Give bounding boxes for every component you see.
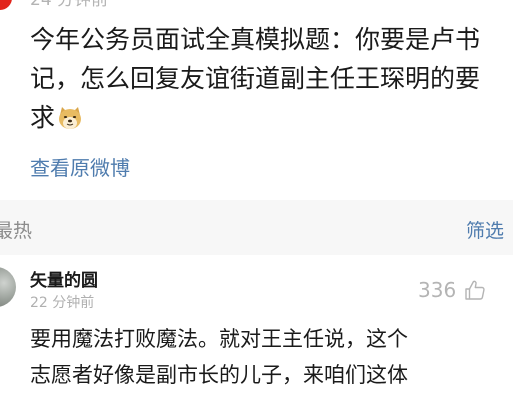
comments-header: 最热 筛选 [0,200,513,255]
thumb-up-icon [465,280,485,300]
sort-hot-tab[interactable]: 最热 [0,216,32,243]
filter-button[interactable]: 筛选 [466,216,504,243]
comment-text-line: 志愿者好像是副市长的儿子，来咱们这体 [30,363,408,387]
post-meta: 24 分钟前 [0,0,513,12]
like-count: 336 [418,278,457,302]
post-text-line-content: 求 [30,103,56,132]
avatar[interactable] [0,267,16,307]
post-time: 24 分钟前 [30,0,109,10]
post-text-line: 今年公务员面试全真模拟题：你要是卢书 [30,25,481,54]
post-text-line: 记，怎么回复友谊街道副主任王琛明的要 [30,64,481,93]
comment-text-line: 要用魔法打败魔法。就对王主任说，这个 [30,327,408,351]
view-original-link[interactable]: 查看原微博 [30,152,130,181]
comment-time: 22 分钟前 [30,295,95,311]
comment-item: 矢量的圆 22 分钟前 336 要用魔法打败魔法。就对王主任说，这个 志愿者好像… [0,255,513,400]
comment-username[interactable]: 矢量的圆 [30,266,98,291]
post-text: 今年公务员面试全真模拟题：你要是卢书 记，怎么回复友谊街道副主任王琛明的要 求 [30,20,513,137]
red-badge-icon [0,0,12,10]
comment-text: 要用魔法打败魔法。就对王主任说，这个 志愿者好像是副市长的儿子，来咱们这体 [30,321,513,393]
doge-icon [59,107,82,129]
post-text-line: 求 [30,98,513,137]
